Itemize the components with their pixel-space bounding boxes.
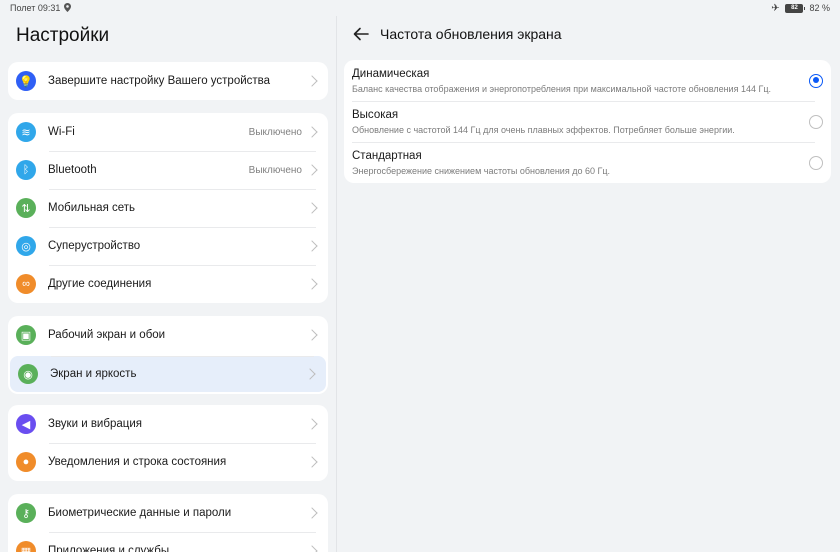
option-title: Динамическая (352, 68, 430, 80)
chevron-right-icon (306, 202, 318, 214)
settings-group: ≋ Wi-Fi Выключено ᛒ Bluetooth Выключено ⇅ Мобил… (8, 113, 328, 303)
settings-item-value: Выключено (248, 126, 302, 138)
radio-button[interactable] (809, 114, 823, 129)
location-icon (64, 2, 72, 14)
page-title: Настройки (16, 25, 110, 46)
refresh-rate-options: Динамическая Баланс качества отображения … (344, 60, 831, 183)
settings-group: ◀ Звуки и вибрация ● Уведомления и строка с… (8, 405, 328, 481)
super-device-icon: ◎ (16, 236, 36, 256)
settings-item-mobile-network[interactable]: ⇅ Мобильная сеть (8, 189, 328, 227)
refresh-option[interactable]: Высокая Обновление с частотой 144 Гц для … (352, 101, 823, 142)
chevron-right-icon (306, 329, 318, 341)
settings-group: ▣ Рабочий экран и обои ◉ Экран и яркость (8, 316, 328, 394)
detail-title: Частота обновления экрана (380, 26, 562, 42)
settings-item-label: Мобильная сеть (48, 202, 136, 214)
settings-item-home-wallpaper[interactable]: ▣ Рабочий экран и обои (8, 316, 328, 354)
battery-icon: 82 (785, 3, 806, 13)
bluetooth-icon: ᛒ (16, 160, 36, 180)
settings-item-apps[interactable]: ▦ Приложения и службы (8, 532, 328, 552)
refresh-option[interactable]: Стандартная Энергосбережение снижением ча… (352, 142, 823, 183)
link-icon: ∞ (16, 274, 36, 294)
airplane-icon: ✈ (771, 2, 780, 14)
key-icon: ⚷ (16, 503, 36, 523)
wallpaper-icon: ▣ (16, 325, 36, 345)
chevron-right-icon (306, 75, 318, 87)
settings-item-super-device[interactable]: ◎ Суперустройство (8, 227, 328, 265)
settings-item-label: Биометрические данные и пароли (48, 507, 232, 519)
wifi-icon: ≋ (16, 122, 36, 142)
chevron-right-icon (306, 240, 318, 252)
settings-item-bluetooth[interactable]: ᛒ Bluetooth Выключено (8, 151, 328, 189)
mobile-data-icon: ⇅ (16, 198, 36, 218)
battery-percent: 82 % (809, 3, 830, 13)
settings-item-value: Выключено (248, 164, 302, 176)
settings-item-label: Уведомления и строка состояния (48, 456, 227, 468)
settings-item-label: Суперустройство (48, 240, 141, 252)
bell-icon: ● (16, 452, 36, 472)
radio-button[interactable] (809, 155, 823, 170)
settings-item-other-connections[interactable]: ∞ Другие соединения (8, 265, 328, 303)
chevron-right-icon (306, 456, 318, 468)
eye-icon: ◉ (18, 364, 38, 384)
settings-item-wifi[interactable]: ≋ Wi-Fi Выключено (8, 113, 328, 151)
chevron-right-icon (306, 164, 318, 176)
settings-item-label: Приложения и службы (48, 545, 170, 552)
chevron-right-icon (304, 368, 316, 380)
chevron-right-icon (306, 545, 318, 552)
chevron-right-icon (306, 507, 318, 519)
refresh-option[interactable]: Динамическая Баланс качества отображения … (352, 60, 823, 101)
option-description: Обновление с частотой 144 Гц для очень п… (352, 125, 735, 135)
settings-item-label: Bluetooth (48, 164, 97, 176)
option-description: Энергосбережение снижением частоты обнов… (352, 166, 611, 176)
settings-item-finish-setup[interactable]: 💡 Завершите настройку Вашего устройства (8, 62, 328, 100)
settings-group: 💡 Завершите настройку Вашего устройства (8, 62, 328, 100)
radio-button[interactable] (809, 73, 823, 88)
detail-header: Частота обновления экрана (352, 25, 562, 43)
settings-item-label: Экран и яркость (50, 368, 137, 380)
status-time: Полет 09:31 (10, 3, 61, 13)
option-title: Стандартная (352, 150, 422, 162)
settings-item-label: Другие соединения (48, 278, 152, 290)
chevron-right-icon (306, 278, 318, 290)
apps-icon: ▦ (16, 541, 36, 552)
settings-item-sounds[interactable]: ◀ Звуки и вибрация (8, 405, 328, 443)
settings-item-label: Завершите настройку Вашего устройства (48, 75, 271, 87)
settings-item-notifications[interactable]: ● Уведомления и строка состояния (8, 443, 328, 481)
chevron-right-icon (306, 126, 318, 138)
pane-divider (336, 16, 337, 552)
settings-group: ⚷ Биометрические данные и пароли ▦ Приложен… (8, 494, 328, 552)
option-description: Баланс качества отображения и энергопотр… (352, 84, 772, 94)
chevron-right-icon (306, 418, 318, 430)
back-arrow-icon[interactable] (352, 25, 370, 43)
settings-item-label: Wi-Fi (48, 126, 75, 138)
speaker-icon: ◀ (16, 414, 36, 434)
settings-item-label: Звуки и вибрация (48, 418, 142, 430)
settings-item-display-brightness[interactable]: ◉ Экран и яркость (10, 356, 326, 392)
lightbulb-icon: 💡 (16, 71, 36, 91)
settings-item-label: Рабочий экран и обои (48, 329, 166, 341)
option-title: Высокая (352, 109, 399, 121)
settings-item-biometrics[interactable]: ⚷ Биометрические данные и пароли (8, 494, 328, 532)
status-bar: Полет 09:31 ✈ 82 82 % (0, 0, 840, 16)
